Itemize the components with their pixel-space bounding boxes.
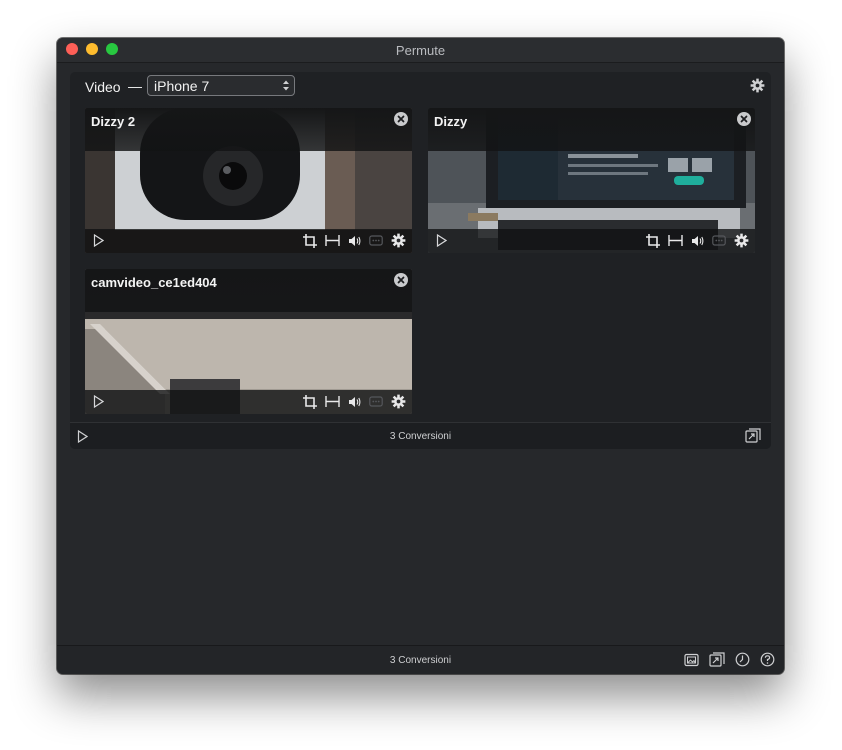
card-toolbar bbox=[428, 229, 755, 253]
audio-icon[interactable] bbox=[348, 234, 361, 252]
audio-icon[interactable] bbox=[691, 234, 704, 252]
video-card[interactable]: camvideo_ce1ed404 bbox=[85, 269, 412, 414]
video-card[interactable]: Dizzy 2 bbox=[85, 108, 412, 253]
window-title: Permute bbox=[395, 43, 446, 58]
panel-conversion-count: 3 Conversioni bbox=[389, 431, 452, 442]
panel-footer: 3 Conversioni bbox=[70, 422, 771, 449]
play-icon[interactable] bbox=[93, 394, 105, 413]
status-bar: 3 Conversioni bbox=[57, 645, 784, 674]
card-header: Dizzy 2 bbox=[85, 108, 412, 151]
remove-card-close-icon[interactable] bbox=[394, 112, 408, 131]
card-gear-icon[interactable] bbox=[391, 394, 406, 414]
card-toolbar bbox=[85, 390, 412, 414]
card-gear-icon[interactable] bbox=[391, 233, 406, 253]
trim-icon[interactable] bbox=[668, 234, 683, 252]
history-clock-icon[interactable] bbox=[735, 652, 750, 672]
convert-icon[interactable] bbox=[709, 652, 725, 672]
media-type-label: Video bbox=[85, 79, 121, 95]
image-queue-icon[interactable] bbox=[684, 653, 699, 672]
card-title: camvideo_ce1ed404 bbox=[91, 275, 217, 290]
subtitles-icon[interactable] bbox=[369, 395, 383, 413]
card-title: Dizzy 2 bbox=[91, 114, 136, 129]
status-icons bbox=[684, 652, 775, 672]
card-title: Dizzy bbox=[434, 114, 468, 129]
card-header: Dizzy bbox=[428, 108, 755, 151]
card-gear-icon[interactable] bbox=[734, 233, 749, 253]
crop-icon[interactable] bbox=[646, 233, 660, 253]
subtitles-icon[interactable] bbox=[712, 234, 726, 252]
audio-icon[interactable] bbox=[348, 395, 361, 413]
card-tools bbox=[303, 233, 406, 253]
video-card[interactable]: Dizzy bbox=[428, 108, 755, 253]
preset-select[interactable]: iPhone 7 bbox=[147, 75, 295, 96]
play-icon[interactable] bbox=[436, 233, 448, 252]
app-window: Permute Video — iPhone 7 Dizzy 2 Dizzy c… bbox=[57, 38, 784, 674]
card-header: camvideo_ce1ed404 bbox=[85, 269, 412, 312]
updown-arrows-icon bbox=[282, 79, 290, 97]
preset-select-value: iPhone 7 bbox=[154, 78, 210, 94]
card-toolbar bbox=[85, 229, 412, 253]
remove-card-close-icon[interactable] bbox=[737, 112, 751, 131]
help-icon[interactable] bbox=[760, 652, 775, 672]
trim-icon[interactable] bbox=[325, 234, 340, 252]
preset-separator: — bbox=[128, 78, 142, 94]
card-tools bbox=[646, 233, 749, 253]
play-icon[interactable] bbox=[93, 233, 105, 252]
remove-card-close-icon[interactable] bbox=[394, 273, 408, 292]
crop-icon[interactable] bbox=[303, 233, 317, 253]
conversion-panel: Video — iPhone 7 Dizzy 2 Dizzy camvideo_… bbox=[70, 72, 771, 449]
trim-icon[interactable] bbox=[325, 395, 340, 413]
title-bar[interactable]: Permute bbox=[57, 38, 784, 63]
subtitles-icon[interactable] bbox=[369, 234, 383, 252]
crop-icon[interactable] bbox=[303, 394, 317, 414]
convert-icon[interactable] bbox=[745, 428, 761, 448]
card-tools bbox=[303, 394, 406, 414]
preset-settings-gear-icon[interactable] bbox=[750, 78, 765, 98]
status-conversion-count: 3 Conversioni bbox=[389, 655, 452, 666]
